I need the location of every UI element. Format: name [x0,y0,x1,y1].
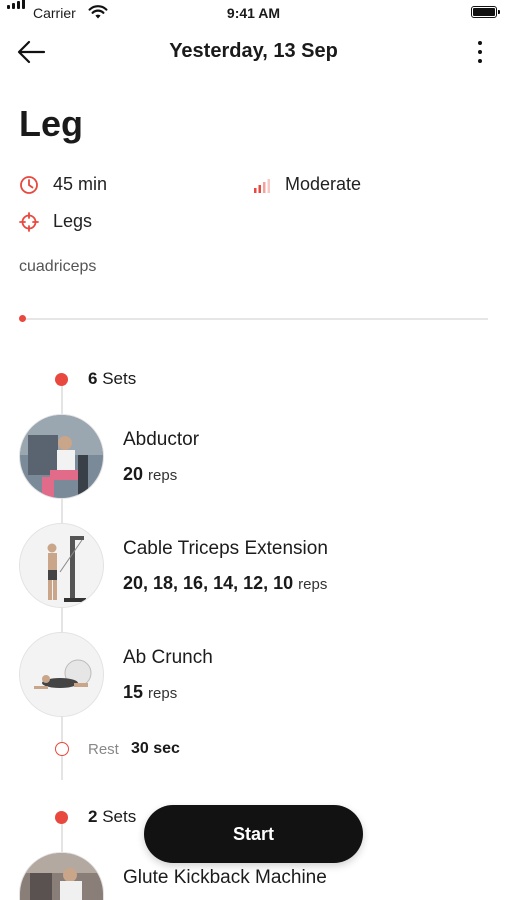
exercise-reps: 20, 18, 16, 14, 12, 10 reps [123,573,328,593]
exercise-thumbnail[interactable] [19,523,104,608]
status-time: 9:41 AM [226,5,281,21]
intensity-bars-icon [254,179,270,193]
rest-marker [55,742,69,756]
ab-crunch-image [20,633,103,716]
arrow-left-icon[interactable] [16,38,48,66]
duration-text: 45 min [53,174,108,194]
abductor-machine-image [20,415,103,498]
workout-title: Leg [19,103,84,144]
exercise-name[interactable]: Abductor [123,429,199,451]
rest-label: Rest [88,741,119,758]
set-marker [55,373,68,386]
status-bar: Carrier 9:41 AM [0,0,507,26]
exercise-reps: 20 reps [123,464,178,484]
target-muscle-text: Legs [53,211,93,231]
exercise-thumbnail[interactable] [19,632,104,717]
exercise-name[interactable]: Glute Kickback Machine [123,867,327,889]
start-button[interactable]: Start [144,805,363,863]
workout-tag: cuadriceps [19,258,97,275]
exercise-thumbnail[interactable] [19,414,104,499]
exercise-name[interactable]: Ab Crunch [123,647,213,669]
exercise-thumbnail[interactable] [19,852,104,900]
sets-label: 2 Sets [88,807,137,826]
battery-icon [471,6,500,18]
progress-indicator [19,315,26,322]
exercise-reps: 15 reps [123,682,178,702]
intensity-text: Moderate [285,174,362,194]
glute-kickback-image [20,853,103,900]
progress-track [22,318,488,320]
more-vertical-icon[interactable] [470,38,490,66]
rest-value: 30 sec [131,740,180,757]
clock-icon [20,176,38,194]
target-icon [19,212,39,232]
set-marker [55,811,68,824]
cable-machine-image [20,524,103,607]
page-title: Yesterday, 13 Sep [169,40,338,62]
sets-label: 6 Sets [88,369,137,388]
exercise-name[interactable]: Cable Triceps Extension [123,538,328,560]
